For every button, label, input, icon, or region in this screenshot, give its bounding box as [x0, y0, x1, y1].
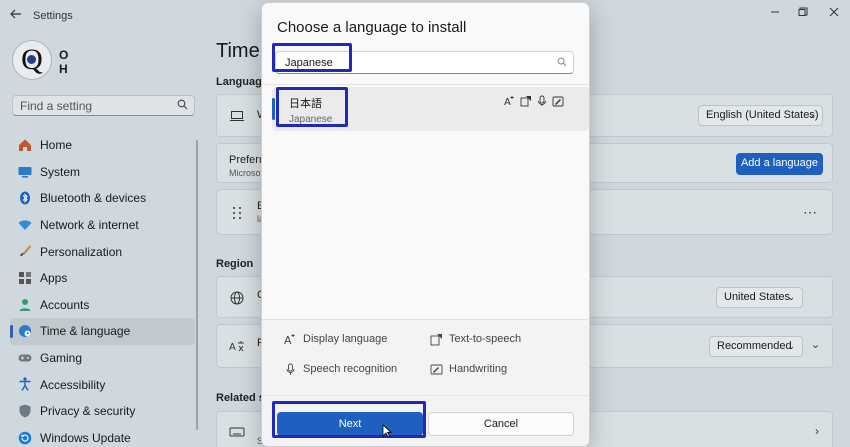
- sidebar-item-privacy[interactable]: Privacy & security: [10, 398, 195, 425]
- globe-icon: [230, 291, 244, 305]
- sidebar-item-label: System: [40, 164, 81, 179]
- sidebar-scrollbar[interactable]: [196, 140, 198, 430]
- chevron-down-icon: ⌄: [787, 292, 795, 302]
- brush-icon: [20, 245, 31, 257]
- sidebar-nav: Home System Bluetooth & devices Network …: [10, 132, 195, 447]
- highlight-language-result: [276, 87, 348, 127]
- system-icon: [18, 166, 32, 178]
- sidebar-item-accessibility[interactable]: Accessibility: [10, 371, 195, 398]
- legend-label: Display language: [303, 333, 388, 345]
- laptop-icon: [230, 111, 244, 121]
- bluetooth-icon: [20, 191, 30, 205]
- sidebar-item-label: Home: [40, 138, 73, 153]
- handwriting-icon: [430, 364, 443, 375]
- sidebar-item-label: Accessibility: [40, 377, 106, 392]
- sidebar-item-label: Personalization: [40, 244, 123, 259]
- legend-label: Text-to-speech: [449, 333, 522, 345]
- settings-search[interactable]: [12, 95, 195, 116]
- app-title: Settings: [33, 10, 73, 22]
- sidebar-item-label: Time & language: [40, 324, 131, 339]
- svg-text:A: A: [284, 334, 292, 346]
- sidebar-item-accounts[interactable]: Accounts: [10, 292, 195, 319]
- search-icon: [177, 99, 188, 113]
- sidebar-item-time-language[interactable]: Time & language: [10, 318, 195, 345]
- sidebar-item-label: Privacy & security: [40, 404, 136, 419]
- speech-recognition-icon: [286, 363, 295, 375]
- sidebar-item-label: Network & internet: [40, 218, 139, 233]
- chevron-right-icon[interactable]: ›: [815, 424, 819, 438]
- minimize-icon[interactable]: [764, 4, 786, 22]
- search-icon: [557, 56, 567, 70]
- dropdown-value: Recommended: [717, 340, 792, 352]
- legend-label: Handwriting: [449, 363, 508, 375]
- sidebar-item-bluetooth[interactable]: Bluetooth & devices: [10, 185, 195, 212]
- svg-text:A: A: [504, 97, 511, 107]
- accessibility-icon: [19, 377, 31, 392]
- highlight-next-button: [272, 401, 426, 438]
- display-language-dropdown[interactable]: English (United States) ⌄: [698, 105, 823, 126]
- apps-icon: [19, 271, 31, 284]
- selection-indicator: [272, 98, 275, 120]
- sidebar-item-gaming[interactable]: Gaming: [10, 345, 195, 372]
- search-input[interactable]: [13, 96, 163, 115]
- sidebar-item-network[interactable]: Network & internet: [10, 212, 195, 239]
- chevron-down-icon: ⌄: [787, 341, 795, 351]
- globe-clock-icon: [19, 325, 31, 338]
- svg-text:A: A: [229, 342, 236, 353]
- cancel-button[interactable]: Cancel: [428, 412, 574, 436]
- shield-icon: [19, 404, 31, 418]
- legend-speech-recognition: Speech recognition: [286, 363, 398, 375]
- divider: [262, 84, 589, 85]
- highlight-search-box: [272, 43, 352, 72]
- avatar-badge: [27, 55, 36, 64]
- text-to-speech-icon: [520, 95, 532, 107]
- language-feature-icons: A: [504, 95, 564, 108]
- sidebar-item-apps[interactable]: Apps: [10, 265, 195, 292]
- speech-recognition-icon: [536, 95, 548, 107]
- regional-format-icon: A: [229, 341, 244, 353]
- sidebar-item-label: Bluetooth & devices: [40, 191, 147, 206]
- handwriting-icon: [552, 95, 564, 107]
- keyboard-icon: [229, 427, 245, 437]
- profile-name: O H: [59, 48, 71, 76]
- sidebar-item-label: Apps: [40, 271, 68, 286]
- display-language-icon: A: [504, 95, 516, 108]
- legend-handwriting: Handwriting: [430, 363, 508, 375]
- sidebar-item-windows-update[interactable]: Windows Update: [10, 425, 195, 447]
- mouse-cursor-icon: [382, 424, 392, 438]
- display-language-icon: A: [284, 334, 295, 346]
- dialog-title: Choose a language to install: [277, 19, 467, 36]
- region-section-label: Region: [216, 258, 254, 270]
- back-arrow-icon[interactable]: [8, 7, 24, 25]
- close-icon[interactable]: [823, 4, 845, 22]
- dropdown-value: English (United States): [706, 109, 819, 121]
- page-title: Time: [216, 40, 260, 62]
- wifi-icon: [18, 220, 32, 230]
- home-icon: [19, 139, 31, 151]
- accounts-icon: [19, 298, 31, 311]
- sidebar-item-personalization[interactable]: Personalization: [10, 238, 195, 265]
- maximize-icon[interactable]: [792, 4, 814, 22]
- add-language-button[interactable]: Add a language: [736, 153, 823, 175]
- sidebar-item-label: Gaming: [40, 351, 83, 366]
- update-icon: [18, 431, 32, 444]
- sidebar-item-label: Accounts: [40, 297, 90, 312]
- dropdown-value: United States: [724, 291, 791, 303]
- legend-label: Speech recognition: [303, 363, 398, 375]
- legend-text-to-speech: Text-to-speech: [430, 333, 522, 346]
- legend-display-language: A Display language: [284, 333, 388, 346]
- gamepad-icon: [18, 354, 32, 362]
- feature-legend: A Display language Text-to-speech Speech…: [262, 319, 589, 395]
- country-dropdown[interactable]: United States ⌄: [716, 287, 803, 308]
- drag-handle-icon[interactable]: [229, 205, 245, 221]
- expand-chevron-icon[interactable]: ⌄: [811, 338, 820, 351]
- text-to-speech-icon: [430, 334, 442, 346]
- card-subtitle: Microsof: [229, 168, 264, 178]
- sidebar-item-system[interactable]: System: [10, 159, 195, 186]
- sidebar-item-home[interactable]: Home: [10, 132, 195, 159]
- regional-format-dropdown[interactable]: Recommended ⌄: [709, 336, 803, 357]
- ellipsis-icon[interactable]: ⋯: [803, 204, 817, 221]
- sidebar-item-label: Windows Update: [40, 430, 131, 445]
- chevron-down-icon: ⌄: [807, 110, 815, 120]
